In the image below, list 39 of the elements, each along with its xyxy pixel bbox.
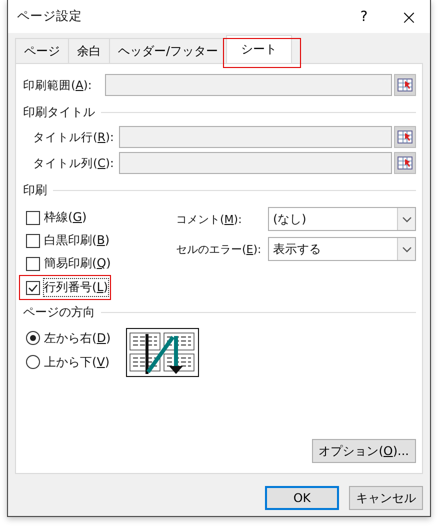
chevron-icon — [402, 246, 412, 252]
group-heading: ページの方向 — [23, 304, 95, 320]
collapse-dialog-button[interactable] — [394, 126, 416, 148]
checkbox-label[interactable]: 枠線(G) — [44, 209, 87, 226]
input-field[interactable] — [119, 152, 392, 174]
dropdown[interactable]: 表示する — [268, 237, 416, 261]
input-field[interactable] — [119, 126, 392, 148]
tab[interactable]: ページ — [15, 38, 68, 63]
checkbox-label[interactable]: 白黒印刷(B) — [44, 232, 110, 249]
tab[interactable]: シート — [226, 35, 292, 63]
checkbox[interactable] — [26, 210, 40, 224]
checkbox-label[interactable]: 行列番号(L) — [44, 279, 108, 296]
close-button[interactable]: × — [398, 4, 420, 28]
window-title: ページ設定 — [17, 8, 83, 25]
field-label: タイトル列(C): — [33, 156, 115, 170]
cancel-button[interactable]: キャンセル — [349, 486, 423, 510]
checkbox-label[interactable]: 簡易印刷(Q) — [44, 255, 111, 272]
field-label: タイトル行(R): — [33, 130, 115, 144]
dropdown-label: セルのエラー(E): — [176, 242, 262, 256]
help-button[interactable]: ? — [354, 8, 374, 24]
group-heading: 印刷タイトル — [23, 104, 95, 120]
group-heading: 印刷 — [23, 182, 47, 198]
radio-label[interactable]: 左から右(D) — [44, 330, 111, 346]
radio-label[interactable]: 上から下(V) — [44, 354, 110, 370]
chevron-icon — [402, 216, 412, 222]
radio-button[interactable] — [26, 331, 40, 345]
dropdown-label: コメント(M): — [176, 212, 243, 226]
dropdown[interactable]: (なし) — [268, 207, 416, 231]
field-label: 印刷範囲(A): — [23, 78, 93, 92]
checkbox[interactable] — [26, 256, 40, 270]
collapse-dialog-button[interactable] — [394, 74, 416, 96]
checkbox[interactable] — [26, 280, 40, 294]
collapse-dialog-button[interactable] — [394, 152, 416, 174]
input-field[interactable] — [105, 74, 392, 96]
tab[interactable]: 余白 — [68, 38, 109, 63]
checkbox[interactable] — [26, 234, 40, 248]
radio-button[interactable] — [26, 355, 40, 369]
ok-button[interactable]: OK — [265, 486, 339, 510]
options-button[interactable]: オプション(O)... — [312, 439, 416, 463]
